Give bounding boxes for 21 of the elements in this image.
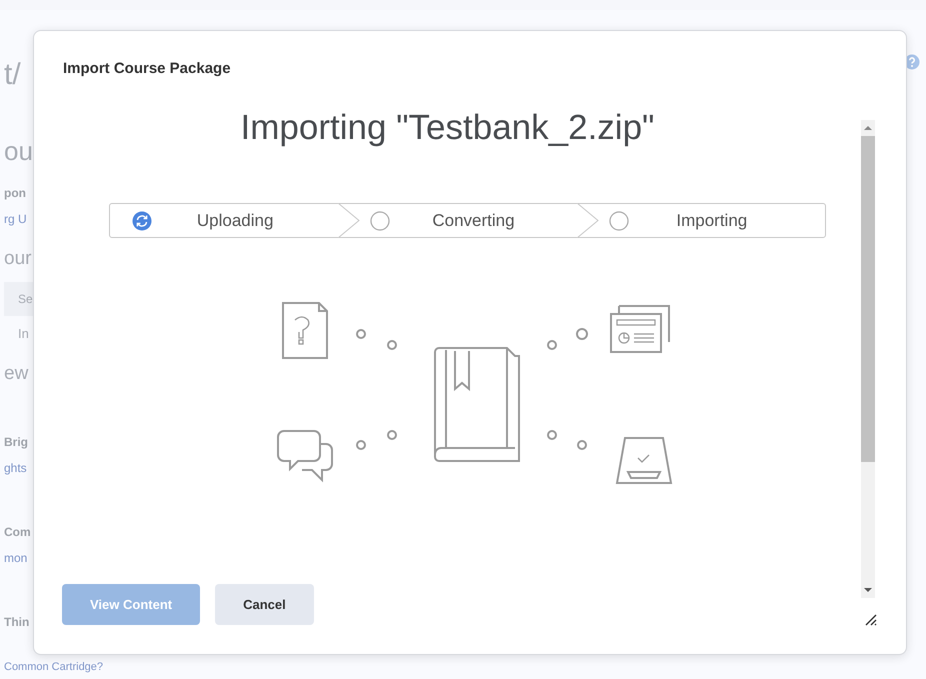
step-label: Uploading	[196, 210, 274, 230]
resize-handle-icon[interactable]	[865, 614, 877, 626]
cancel-button[interactable]: Cancel	[215, 584, 314, 625]
dialog-title: Import Course Package	[62, 59, 232, 79]
background-text: our	[4, 248, 32, 270]
background-text: ou	[4, 135, 34, 168]
scroll-down-arrow-icon[interactable]	[864, 587, 872, 593]
background-text: t/	[4, 58, 22, 92]
background-text: ew	[4, 363, 30, 385]
background-text: Se	[18, 292, 34, 306]
scroll-up-arrow-icon[interactable]	[864, 125, 872, 131]
background-text: Brig	[4, 435, 29, 449]
step-label: Importing	[675, 210, 748, 230]
scrollbar-thumb[interactable]	[861, 136, 875, 462]
step-label: Converting	[431, 210, 516, 230]
background-text: In	[18, 326, 30, 341]
background-text: Com	[4, 525, 32, 539]
import-heading: Importing "Testbank_2.zip"	[240, 108, 654, 148]
background-text: pon	[4, 186, 27, 200]
scrollbar[interactable]	[861, 120, 875, 598]
background-text: Thin	[4, 615, 30, 629]
